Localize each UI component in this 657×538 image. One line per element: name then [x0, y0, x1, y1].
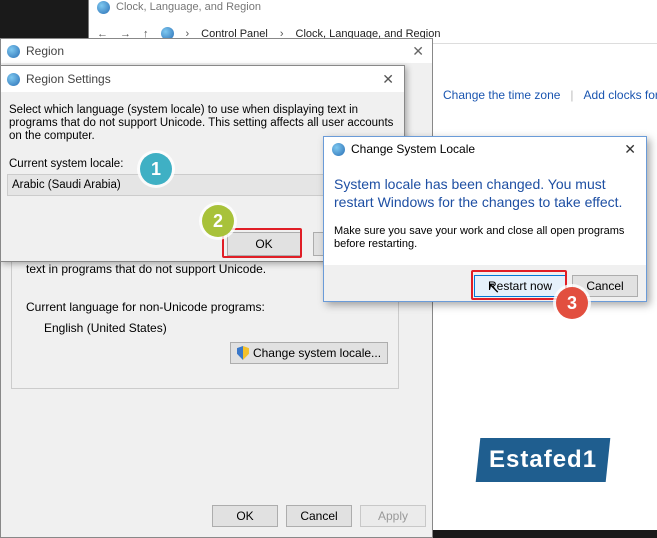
region-buttons: OK Cancel Apply: [212, 505, 426, 527]
change-locale-title: Change System Locale: [351, 142, 476, 156]
change-locale-globe-icon: [332, 142, 345, 156]
region-title: Region: [26, 44, 65, 58]
region-apply-button[interactable]: Apply: [360, 505, 426, 527]
step-3-badge: 3: [556, 287, 588, 319]
change-locale-titlebar: Change System Locale: [324, 137, 646, 161]
mouse-cursor-icon: ↖: [487, 280, 501, 297]
admin-shield-icon: [236, 346, 249, 360]
region-globe-icon: [7, 44, 20, 58]
current-system-locale-label: Current system locale:: [9, 158, 124, 170]
control-panel-titlebar: Clock, Language, and Region: [97, 0, 261, 14]
change-system-locale-button[interactable]: Change system locale...: [230, 342, 388, 364]
control-panel-title: Clock, Language, and Region: [116, 1, 261, 13]
watermark-text: Estafed1: [488, 446, 598, 473]
add-clocks-link[interactable]: Add clocks for d: [584, 88, 657, 102]
step-1-badge: 1: [140, 153, 172, 185]
non-unicode-value: English (United States): [44, 321, 167, 335]
close-icon[interactable]: ✕: [382, 71, 394, 88]
change-time-zone-link[interactable]: Change the time zone: [443, 88, 560, 102]
region-cancel-button[interactable]: Cancel: [286, 505, 352, 527]
restart-highlight-box: [471, 270, 567, 300]
region-settings-titlebar: Region Settings: [1, 66, 404, 92]
watermark-logo: Estafed1: [475, 438, 611, 482]
link-separator: |: [570, 88, 574, 102]
change-locale-body: System locale has been changed. You must…: [324, 161, 646, 265]
change-locale-message: System locale has been changed. You must…: [334, 176, 623, 210]
region-ok-button[interactable]: OK: [212, 505, 278, 527]
step-2-badge: 2: [202, 205, 234, 237]
region-settings-title: Region Settings: [26, 72, 111, 86]
close-icon[interactable]: ✕: [624, 141, 636, 158]
close-icon[interactable]: ✕: [412, 43, 424, 60]
change-locale-note: Make sure you save your work and close a…: [334, 225, 625, 250]
region-titlebar: Region: [1, 39, 432, 63]
control-panel-icon: [97, 0, 110, 14]
control-panel-links: Change the time zone | Add clocks for d: [443, 88, 657, 102]
change-system-locale-label: Change system locale...: [252, 346, 382, 360]
region-settings-globe-icon: [7, 72, 20, 86]
non-unicode-label: Current language for non-Unicode program…: [26, 300, 265, 314]
ok-highlight-box: [222, 228, 302, 258]
